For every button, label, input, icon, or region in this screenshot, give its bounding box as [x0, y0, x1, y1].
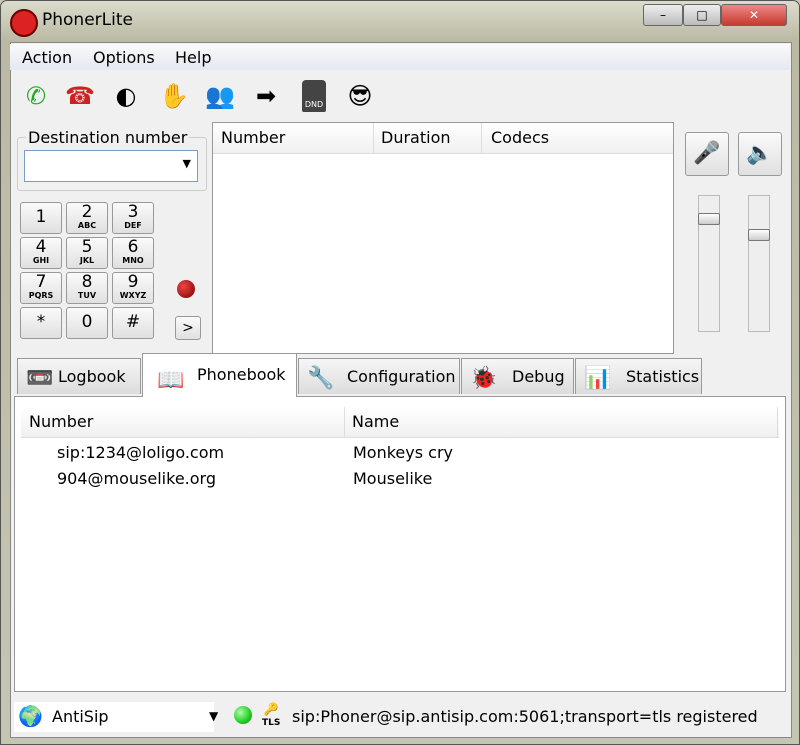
key-letters: DEF — [124, 221, 142, 230]
name-cell: Mouselike — [353, 469, 433, 488]
key-5[interactable]: 6 MNO — [112, 237, 154, 269]
status-text: sip:Phoner@sip.antisip.com:5061;transpor… — [292, 707, 758, 726]
key-letters: ABC — [77, 221, 97, 230]
account-name: AntiSip — [52, 707, 109, 726]
key-letters: MNO — [122, 256, 144, 265]
registration-indicator-icon — [234, 706, 252, 724]
key-digit: 1 — [35, 207, 47, 227]
close-button[interactable]: ✕ — [721, 4, 787, 26]
tab-logbook[interactable]: 📼 Logbook — [17, 358, 141, 394]
key-9[interactable]: * — [20, 307, 62, 339]
smiley-icon[interactable]: 😎 — [344, 80, 376, 112]
microphone-volume-slider[interactable] — [698, 195, 720, 332]
key-4[interactable]: 5 JKL — [66, 237, 108, 269]
key-11[interactable]: # — [112, 307, 154, 339]
dropdown-arrow-icon[interactable]: ▼ — [209, 709, 218, 723]
key-6[interactable]: 7 PQRS — [20, 272, 62, 304]
tls-label: TLS — [262, 718, 281, 728]
account-select[interactable]: 🌍 AntiSip — [14, 702, 214, 732]
slider-thumb[interactable] — [698, 213, 720, 225]
microphone-mute-button[interactable]: 🎤 — [685, 132, 729, 176]
number-cell: sip:1234@loligo.com — [57, 443, 225, 462]
dropdown-arrow-icon[interactable]: ▼ — [183, 157, 191, 170]
key-letters: WXYZ — [119, 291, 147, 300]
column-codecs[interactable]: Codecs — [483, 123, 671, 153]
key-letters: PQRS — [28, 291, 54, 300]
transfer-icon[interactable]: ➡ — [250, 80, 282, 112]
key-letters: TUV — [77, 291, 97, 300]
phonebook-icon: 📖 — [157, 368, 185, 393]
minimize-button[interactable]: – — [643, 4, 683, 26]
logbook-icon: 📼 — [26, 366, 54, 391]
tab-label: Debug — [512, 367, 565, 386]
key-letters: GHI — [32, 256, 50, 265]
tab-debug[interactable]: 🐞 Debug — [461, 358, 574, 394]
slider-thumb[interactable] — [748, 229, 770, 241]
destination-label: Destination number — [26, 128, 190, 147]
maximize-button[interactable]: □ — [683, 4, 721, 26]
column-duration[interactable]: Duration — [373, 123, 482, 153]
number-cell: 904@mouselike.org — [57, 469, 216, 488]
key-3[interactable]: 4 GHI — [20, 237, 62, 269]
hand-icon[interactable]: ✋ — [158, 80, 190, 112]
hold-icon[interactable]: ◐ — [110, 80, 142, 112]
destination-input[interactable]: ▼ — [24, 150, 198, 182]
key-2[interactable]: 3 DEF — [112, 202, 154, 234]
menu-action[interactable]: Action — [22, 48, 72, 67]
key-0[interactable]: 1 — [20, 202, 62, 234]
key-1[interactable]: 2 ABC — [66, 202, 108, 234]
key-digit: 8 — [81, 272, 93, 292]
key-digit: 5 — [81, 237, 93, 257]
conference-icon[interactable]: 👥 — [204, 80, 236, 112]
key-digit: 3 — [127, 202, 139, 222]
hangup-icon[interactable]: ☎ — [64, 80, 96, 112]
call-list: Number Duration Codecs — [212, 122, 674, 354]
speaker-mute-button[interactable]: 🔈 — [738, 132, 782, 176]
configuration-icon: 🔧 — [307, 366, 335, 391]
column-number[interactable]: Number — [213, 123, 374, 153]
speaker-volume-slider[interactable] — [748, 195, 770, 332]
menu-options[interactable]: Options — [93, 48, 155, 67]
tab-configuration[interactable]: 🔧 Configuration — [298, 358, 460, 394]
app-icon — [10, 9, 38, 37]
key-digit: # — [125, 312, 141, 332]
key-digit: 2 — [81, 202, 93, 222]
call-icon[interactable]: ✆ — [20, 80, 52, 112]
statistics-icon: 📊 — [584, 366, 612, 391]
tls-key-icon: 🔑 TLS — [262, 702, 281, 728]
column-number[interactable]: Number — [21, 407, 345, 437]
tab-label: Logbook — [58, 367, 126, 386]
key-digit: * — [36, 312, 46, 332]
phonebook-panel: Number Name sip:1234@loligo.com Monkeys c… — [14, 396, 786, 692]
debug-icon: 🐞 — [470, 366, 498, 391]
globe-icon: 🌍 — [18, 704, 43, 728]
column-name[interactable]: Name — [344, 407, 778, 437]
key-7[interactable]: 8 TUV — [66, 272, 108, 304]
tab-label: Statistics — [626, 367, 700, 386]
tab-label: Phonebook — [197, 365, 286, 384]
phonebook-header: Number Name — [21, 407, 779, 438]
menu-help[interactable]: Help — [175, 48, 211, 67]
tab-label: Configuration — [347, 367, 456, 386]
dnd-icon[interactable]: DND — [302, 80, 326, 112]
tab-phonebook[interactable]: 📖 Phonebook — [142, 353, 297, 397]
key-digit: 7 — [35, 272, 47, 292]
key-letters: JKL — [79, 256, 95, 265]
key-digit: 9 — [127, 272, 139, 292]
key-8[interactable]: 9 WXYZ — [112, 272, 154, 304]
status-led-icon — [177, 280, 195, 298]
key-digit: 4 — [35, 237, 47, 257]
name-cell: Monkeys cry — [353, 443, 454, 462]
key-digit: 6 — [127, 237, 139, 257]
tab-statistics[interactable]: 📊 Statistics — [575, 358, 702, 394]
arrow-button[interactable]: > — [175, 316, 201, 340]
key-digit: 0 — [81, 312, 93, 332]
key-10[interactable]: 0 — [66, 307, 108, 339]
window-title: PhonerLite — [42, 10, 133, 30]
